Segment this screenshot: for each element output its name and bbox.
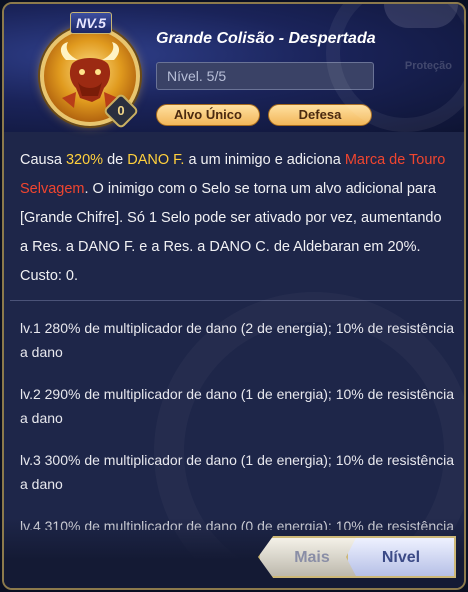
rank-value: 0: [117, 103, 125, 118]
background-hint-text: Proteção: [404, 60, 452, 72]
level-button[interactable]: Nível: [346, 536, 456, 578]
skill-header: Proteção NV.5 0 Grande Colisão - Despert…: [4, 4, 464, 132]
level-effect-3: lv.3 300% de multiplicador de dano (1 de…: [20, 452, 454, 492]
divider: [10, 300, 462, 301]
tag-defense: Defesa: [268, 104, 372, 126]
skill-level-badge: NV.5: [70, 12, 112, 34]
tag-single-target: Alvo Único: [156, 104, 260, 126]
background-shield-icon: [384, 4, 458, 28]
skill-detail-panel: Proteção NV.5 0 Grande Colisão - Despert…: [2, 2, 466, 590]
skill-level-field: Nível. 5/5: [156, 62, 374, 90]
level-effect-1: lv.1 280% de multiplicador de dano (2 de…: [20, 320, 454, 360]
desc-part: a um inimigo e adiciona: [184, 152, 345, 168]
desc-part: Causa: [20, 152, 66, 168]
desc-damage-type: DANO F.: [127, 152, 185, 168]
skill-title: Grande Colisão - Despertada: [156, 30, 376, 47]
desc-part: de: [103, 152, 128, 168]
skill-description: Causa 320% de DANO F. a um inimigo e adi…: [20, 146, 450, 291]
desc-percent: 320%: [65, 152, 104, 168]
level-effect-2: lv.2 290% de multiplicador de dano (1 de…: [20, 386, 454, 426]
desc-part: . O inimigo com o Selo se torna um alvo …: [20, 181, 442, 284]
